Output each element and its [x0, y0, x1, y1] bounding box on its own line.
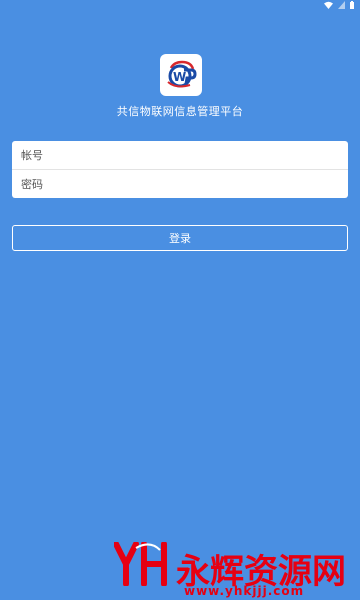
watermark-logo-icon: [114, 542, 167, 586]
login-button[interactable]: 登录: [12, 225, 348, 251]
watermark-url: www.yhkjjj.com: [184, 584, 305, 598]
svg-text:W: W: [173, 70, 186, 84]
password-row: [12, 170, 348, 198]
signal-icon: [338, 1, 345, 9]
account-row: [12, 141, 348, 169]
battery-icon: [350, 1, 354, 9]
wifi-icon: [324, 1, 333, 9]
account-input[interactable]: [12, 141, 348, 169]
watermark: 永辉资源网 www.yhkjjj.com: [114, 542, 356, 598]
app-title: 共信物联网信息管理平台: [116, 105, 244, 118]
login-form: [12, 141, 348, 198]
password-input[interactable]: [12, 170, 348, 198]
app-logo: W: [160, 54, 202, 96]
status-icons: [324, 1, 354, 9]
status-bar: [0, 0, 360, 12]
app-logo-icon: W: [167, 60, 197, 88]
